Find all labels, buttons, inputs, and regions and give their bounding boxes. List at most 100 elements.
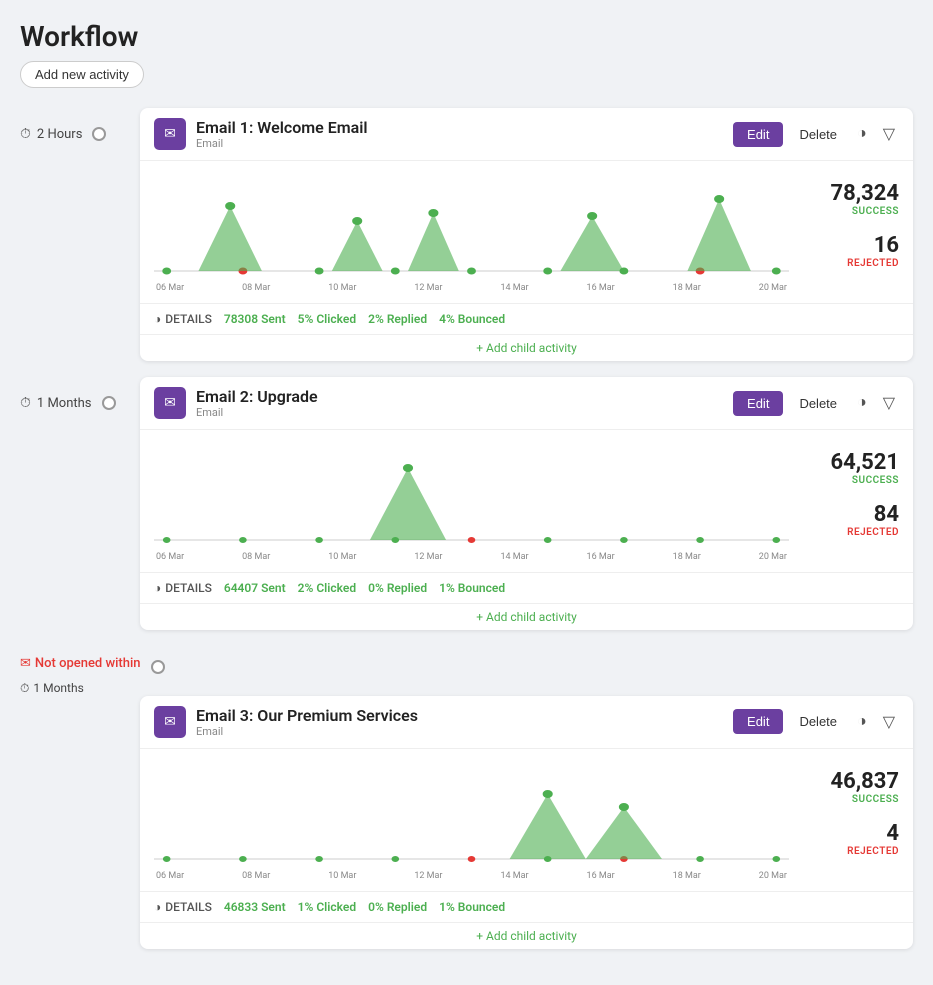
envelope-icon-condition: ✉ (20, 656, 31, 673)
success-number-2: 64,521 (799, 450, 899, 475)
condition-row-email3: ✉ Not opened within ⏱ 1 Months (20, 646, 913, 696)
footer-clicked-3: 1% Clicked (298, 900, 356, 914)
card-title-area-3: Email 3: Our Premium Services Email (196, 706, 723, 738)
activity-row-email2: ⏱ 1 Months ✉ Email 2: Upgrade Email Edit… (20, 377, 913, 630)
stats-area-3: 46,837 SUCCESS 4 REJECTED (799, 759, 899, 857)
delete-button-1[interactable]: Delete (791, 122, 845, 147)
time-label-email1: ⏱ 2 Hours (20, 108, 140, 142)
footer-bounced-1: 4% Bounced (439, 312, 505, 326)
activity-row-email3: ✉ Email 3: Our Premium Services Email Ed… (140, 696, 913, 949)
email3-subtitle: Email (196, 725, 723, 738)
rejected-number-1: 16 (799, 233, 899, 258)
footer-bounced-2: 1% Bounced (439, 581, 505, 595)
time-value-2: 1 Months (37, 396, 92, 411)
time-label-email2: ⏱ 1 Months (20, 377, 140, 411)
condition-time: ⏱ 1 Months (20, 681, 84, 696)
card-footer-3: ◑ DETAILS 46833 Sent 1% Clicked 0% Repli… (140, 891, 913, 922)
not-opened-text: ✉ Not opened within (20, 656, 141, 673)
add-child-button-1[interactable]: + Add child activity (140, 334, 913, 361)
clock-icon-condition: ⏱ (20, 681, 29, 696)
chart-dates-3: 06 Mar08 Mar10 Mar12 Mar 14 Mar16 Mar18 … (154, 871, 789, 881)
card-actions-2: Edit Delete ◑ ▽ (733, 389, 899, 417)
success-number-3: 46,837 (799, 769, 899, 794)
details-link-3[interactable]: ◑ DETAILS (154, 900, 212, 914)
delete-button-3[interactable]: Delete (791, 709, 845, 734)
page-container: Workflow Add new activity ⏱ 2 Hours ✉ Em… (20, 20, 913, 965)
details-label-3: DETAILS (165, 900, 212, 914)
footer-replied-3: 0% Replied (368, 900, 427, 914)
chart-svg-1 (154, 171, 789, 281)
email2-title: Email 2: Upgrade (196, 387, 723, 406)
card-footer-2: ◑ DETAILS 64407 Sent 2% Clicked 0% Repli… (140, 572, 913, 603)
stats-area-2: 64,521 SUCCESS 84 REJECTED (799, 440, 899, 538)
edit-button-2[interactable]: Edit (733, 391, 783, 416)
footer-sent-3: 46833 Sent (224, 900, 286, 914)
rejected-number-3: 4 (799, 821, 899, 846)
footer-clicked-2: 2% Clicked (298, 581, 356, 595)
pie-icon-footer-2: ◑ (154, 581, 161, 595)
card-email3: ✉ Email 3: Our Premium Services Email Ed… (140, 696, 913, 949)
add-child-button-2[interactable]: + Add child activity (140, 603, 913, 630)
pie-icon-footer-1: ◑ (154, 312, 161, 326)
card-actions-3: Edit Delete ◑ ▽ (733, 708, 899, 736)
footer-replied-2: 0% Replied (368, 581, 427, 595)
email3-title: Email 3: Our Premium Services (196, 706, 723, 725)
footer-replied-1: 2% Replied (368, 312, 427, 326)
workflow-container: ⏱ 2 Hours ✉ Email 1: Welcome Email Email… (20, 108, 913, 965)
stat-divider-2 (799, 486, 899, 502)
chart-dates-2: 06 Mar08 Mar10 Mar12 Mar 14 Mar16 Mar18 … (154, 552, 789, 562)
stat-divider-3 (799, 805, 899, 821)
success-label-2: SUCCESS (799, 475, 899, 486)
filter-button-1[interactable]: ▽ (879, 120, 899, 148)
pie-chart-button-1[interactable]: ◑ (853, 121, 871, 147)
page-title: Workflow (20, 20, 913, 53)
edit-button-3[interactable]: Edit (733, 709, 783, 734)
email-icon-1: ✉ (154, 118, 186, 150)
card-title-area-1: Email 1: Welcome Email Email (196, 118, 723, 150)
email1-subtitle: Email (196, 137, 723, 150)
pie-chart-button-3[interactable]: ◑ (853, 709, 871, 735)
email3-group: ✉ Not opened within ⏱ 1 Months ✉ (20, 646, 913, 965)
pie-chart-button-2[interactable]: ◑ (853, 390, 871, 416)
card-footer-1: ◑ DETAILS 78308 Sent 5% Clicked 2% Repli… (140, 303, 913, 334)
add-activity-button[interactable]: Add new activity (20, 61, 144, 88)
card-body-3: 06 Mar08 Mar10 Mar12 Mar 14 Mar16 Mar18 … (140, 749, 913, 891)
card-body-1: 06 Mar08 Mar10 Mar12 Mar 14 Mar16 Mar18 … (140, 161, 913, 303)
edit-button-1[interactable]: Edit (733, 122, 783, 147)
stat-divider-1 (799, 217, 899, 233)
email1-title: Email 1: Welcome Email (196, 118, 723, 137)
card-body-2: 06 Mar08 Mar10 Mar12 Mar 14 Mar16 Mar18 … (140, 430, 913, 572)
details-link-2[interactable]: ◑ DETAILS (154, 581, 212, 595)
filter-button-3[interactable]: ▽ (879, 708, 899, 736)
success-label-1: SUCCESS (799, 206, 899, 217)
time-dot-1 (92, 127, 106, 141)
chart-dates-1: 06 Mar08 Mar10 Mar12 Mar 14 Mar16 Mar18 … (154, 283, 789, 293)
details-label-2: DETAILS (165, 581, 212, 595)
add-child-button-3[interactable]: + Add child activity (140, 922, 913, 949)
chart-area-2: 06 Mar08 Mar10 Mar12 Mar 14 Mar16 Mar18 … (154, 440, 789, 562)
time-value-1: 2 Hours (37, 127, 83, 142)
stats-area-1: 78,324 SUCCESS 16 REJECTED (799, 171, 899, 269)
card-header-email3: ✉ Email 3: Our Premium Services Email Ed… (140, 696, 913, 749)
rejected-label-3: REJECTED (799, 846, 899, 857)
filter-button-2[interactable]: ▽ (879, 389, 899, 417)
chart-area-3: 06 Mar08 Mar10 Mar12 Mar 14 Mar16 Mar18 … (154, 759, 789, 881)
chart-svg-2 (154, 440, 789, 550)
delete-button-2[interactable]: Delete (791, 391, 845, 416)
email-icon-2: ✉ (154, 387, 186, 419)
clock-icon-1: ⏱ (20, 126, 31, 142)
footer-sent-2: 64407 Sent (224, 581, 286, 595)
footer-clicked-1: 5% Clicked (298, 312, 356, 326)
success-number-1: 78,324 (799, 181, 899, 206)
rejected-number-2: 84 (799, 502, 899, 527)
email2-subtitle: Email (196, 406, 723, 419)
time-dot-2 (102, 396, 116, 410)
card-email2: ✉ Email 2: Upgrade Email Edit Delete ◑ ▽ (140, 377, 913, 630)
rejected-label-1: REJECTED (799, 258, 899, 269)
connector-dot-3 (151, 660, 165, 674)
clock-icon-2: ⏱ (20, 395, 31, 411)
details-link-1[interactable]: ◑ DETAILS (154, 312, 212, 326)
card-email1: ✉ Email 1: Welcome Email Email Edit Dele… (140, 108, 913, 361)
footer-sent-1: 78308 Sent (224, 312, 286, 326)
activity-row-email1: ⏱ 2 Hours ✉ Email 1: Welcome Email Email… (20, 108, 913, 361)
